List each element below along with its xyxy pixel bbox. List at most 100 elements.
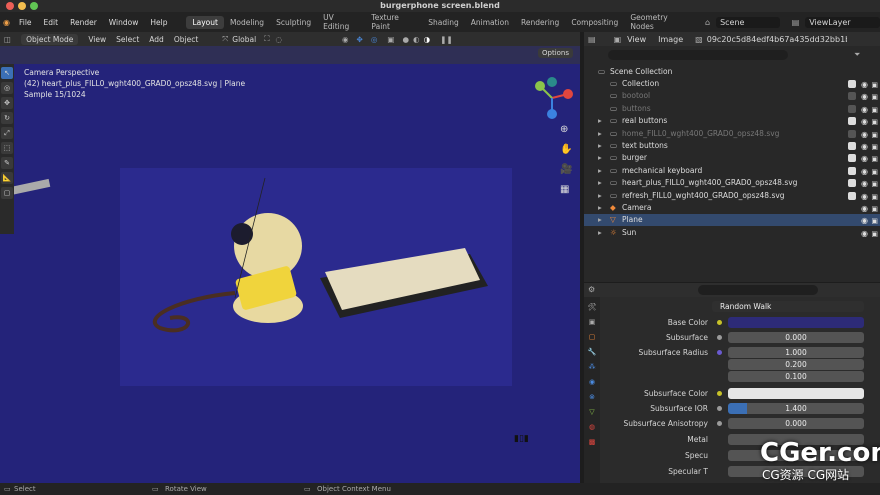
tab-texture-paint[interactable]: Texture Paint <box>365 11 422 33</box>
tab-shading[interactable]: Shading <box>422 16 464 29</box>
radius-y-field[interactable]: 0.200 <box>728 359 864 370</box>
tab-animation[interactable]: Animation <box>465 16 515 29</box>
exclude-checkbox[interactable] <box>848 92 856 101</box>
editor-type-icon[interactable]: ◫ <box>4 35 11 44</box>
visibility-eye-icon[interactable]: ◉ <box>861 153 868 165</box>
select-tool-icon[interactable]: ↖ <box>1 67 13 79</box>
properties-search-input[interactable] <box>698 285 818 295</box>
outliner-root[interactable]: ▭ Scene Collection <box>584 66 880 78</box>
viewlayer-selector[interactable]: ViewLayer <box>805 16 880 28</box>
subsurface-field[interactable]: 0.000 <box>728 332 864 343</box>
tool-tab-icon[interactable]: 🛠 <box>587 302 597 312</box>
outliner-item[interactable]: ▭ ▸ heart_plus_FILL0_wght400_GRAD0_opsz48.… <box>584 177 880 189</box>
modifier-tab-icon[interactable]: 🔧 <box>587 347 597 357</box>
menu-add[interactable]: Add <box>149 35 164 44</box>
render-visibility-icon[interactable]: ▣ <box>871 141 878 153</box>
expand-arrow-icon[interactable]: ▸ <box>598 152 602 164</box>
subsurface-method-select[interactable]: Random Walk <box>712 301 864 312</box>
tab-geometry-nodes[interactable]: Geometry Nodes <box>624 11 695 33</box>
outliner-search-input[interactable] <box>608 50 788 60</box>
exclude-checkbox[interactable] <box>848 191 856 200</box>
expand-arrow-icon[interactable]: ▸ <box>598 227 602 239</box>
expand-arrow-icon[interactable]: ▸ <box>598 190 602 202</box>
material-tab-icon[interactable]: ◍ <box>587 422 597 432</box>
zoom-icon[interactable] <box>30 2 38 10</box>
outliner-item[interactable]: ▽ ▸ Plane ◉ ▣ <box>584 214 880 227</box>
tab-rendering[interactable]: Rendering <box>515 16 565 29</box>
visibility-eye-icon[interactable]: ◉ <box>861 91 868 103</box>
render-tab-icon[interactable]: ▣ <box>587 317 597 327</box>
outliner-item[interactable]: ☼ ▸ Sun ◉ ▣ <box>584 227 880 239</box>
visibility-eye-icon[interactable]: ◉ <box>861 203 868 215</box>
exclude-checkbox[interactable] <box>848 129 856 138</box>
exclude-checkbox[interactable] <box>848 117 856 126</box>
close-icon[interactable] <box>6 2 14 10</box>
particles-tab-icon[interactable]: ⁂ <box>587 362 597 372</box>
radius-z-field[interactable]: 0.100 <box>728 371 864 382</box>
snap-icon[interactable]: ⛶ <box>264 34 269 44</box>
exclude-checkbox[interactable] <box>848 80 856 88</box>
subsurface-color-swatch[interactable] <box>728 388 864 399</box>
proportional-edit-icon[interactable]: ◌ <box>275 35 282 44</box>
measure-tool-icon[interactable]: 📐 <box>1 172 13 184</box>
zoom-view-icon[interactable]: ⊕ <box>560 124 568 135</box>
visibility-eye-icon[interactable]: ◉ <box>861 191 868 203</box>
exclude-checkbox[interactable] <box>848 142 856 150</box>
exclude-checkbox[interactable] <box>848 166 856 175</box>
outliner-item[interactable]: ▭ Collection ◉ ▣ <box>584 78 880 90</box>
menu-object[interactable]: Object <box>174 35 198 44</box>
menu-help[interactable]: Help <box>144 18 173 27</box>
object-tab-icon[interactable]: ▢ <box>587 332 597 342</box>
window-controls[interactable] <box>6 2 38 10</box>
menu-select[interactable]: Select <box>116 35 139 44</box>
editor-type-icon[interactable]: ▤ <box>588 35 596 44</box>
render-visibility-icon[interactable]: ▣ <box>871 153 878 165</box>
menu-image[interactable]: Image <box>658 35 683 44</box>
render-visibility-icon[interactable]: ▣ <box>871 104 878 116</box>
visibility-eye-icon[interactable]: ◉ <box>861 141 868 153</box>
transform-orientation[interactable]: Global <box>232 35 256 44</box>
viewport-handle-icon[interactable]: ▮▯▮ <box>514 434 529 444</box>
subsurface-ior-slider[interactable]: 1.400 <box>728 403 864 414</box>
outliner-item[interactable]: ▭ bootool ◉ ▣ <box>584 90 880 102</box>
exclude-checkbox[interactable] <box>848 154 856 163</box>
render-visibility-icon[interactable]: ▣ <box>871 129 878 141</box>
menu-edit[interactable]: Edit <box>38 18 65 27</box>
tab-layout[interactable]: Layout <box>186 15 224 29</box>
expand-arrow-icon[interactable]: ▸ <box>598 140 602 152</box>
shading-solid-icon[interactable]: ● <box>402 35 409 44</box>
tab-compositing[interactable]: Compositing <box>565 16 624 29</box>
texture-tab-icon[interactable]: ▩ <box>587 437 597 447</box>
image-name-field[interactable]: 09c20c5d84edf4b67a435dd32bb1b195... <box>707 35 847 44</box>
editor-type-icon[interactable]: ⚙ <box>588 285 595 294</box>
data-tab-icon[interactable]: ▽ <box>587 407 597 417</box>
scale-tool-icon[interactable]: ⤢ <box>1 127 13 139</box>
visibility-eye-icon[interactable]: ◉ <box>861 104 868 116</box>
transform-tool-icon[interactable]: ⬚ <box>1 142 13 154</box>
physics-tab-icon[interactable]: ◉ <box>587 377 597 387</box>
ortho-view-icon[interactable]: ▦ <box>560 184 569 195</box>
outliner-item[interactable]: ▭ ▸ real buttons ◉ ▣ <box>584 115 880 127</box>
subsurface-anisotropy-field[interactable]: 0.000 <box>728 418 864 429</box>
outliner-item[interactable]: ▭ ▸ home_FILL0_wght400_GRAD0_opsz48.svg ◉ ▣ <box>584 128 880 140</box>
pan-view-icon[interactable]: ✋ <box>560 144 572 155</box>
outliner-item[interactable]: ▭ buttons ◉ ▣ <box>584 103 880 115</box>
render-visibility-icon[interactable]: ▣ <box>871 191 878 203</box>
render-visibility-icon[interactable]: ▣ <box>871 203 878 215</box>
render-visibility-icon[interactable]: ▣ <box>871 91 878 103</box>
constraints-tab-icon[interactable]: ⊗ <box>587 392 597 402</box>
image-browse-icon[interactable]: ▧ <box>695 35 703 44</box>
rotate-tool-icon[interactable]: ↻ <box>1 112 13 124</box>
shading-material-icon[interactable]: ◐ <box>413 35 420 44</box>
base-color-swatch[interactable] <box>728 317 864 328</box>
expand-arrow-icon[interactable]: ▸ <box>598 177 602 189</box>
visibility-eye-icon[interactable]: ◉ <box>861 215 868 227</box>
shading-rendered-icon[interactable]: ◑ <box>424 35 431 44</box>
tab-modeling[interactable]: Modeling <box>224 16 270 29</box>
mode-selector[interactable]: Object Mode <box>21 33 79 45</box>
menu-file[interactable]: File <box>13 18 38 27</box>
menu-render[interactable]: Render <box>64 18 103 27</box>
menu-window[interactable]: Window <box>103 18 145 27</box>
annotate-tool-icon[interactable]: ✎ <box>1 157 13 169</box>
navigation-gizmo[interactable] <box>530 76 574 120</box>
